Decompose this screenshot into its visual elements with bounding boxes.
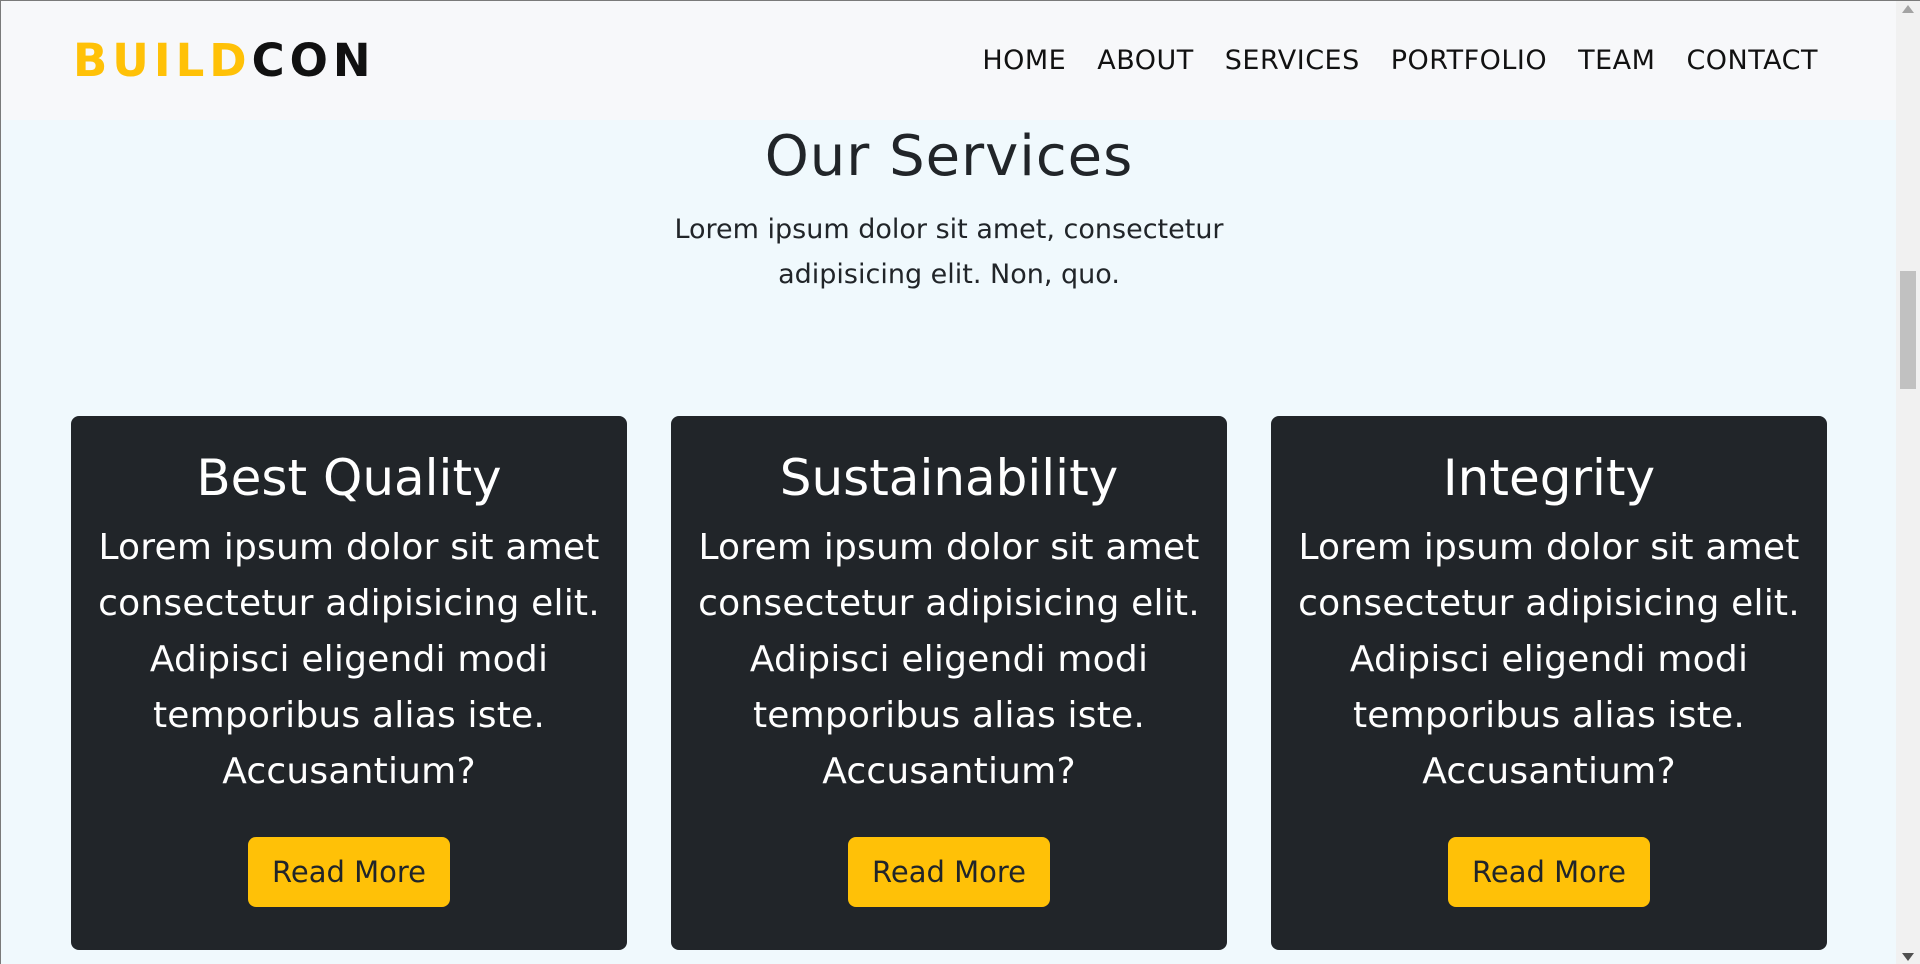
service-card-text: Lorem ipsum dolor sit amet consectetur a…: [698, 527, 1200, 792]
read-more-button[interactable]: Read More: [1448, 837, 1650, 907]
vertical-scrollbar[interactable]: [1896, 1, 1920, 964]
main-nav: HOME ABOUT SERVICES PORTFOLIO TEAM CONTA…: [982, 45, 1818, 76]
nav-link-portfolio[interactable]: PORTFOLIO: [1391, 45, 1547, 76]
service-card-integrity: Integrity Lorem ipsum dolor sit amet con…: [1271, 416, 1827, 950]
brand-logo[interactable]: BUILDCON: [73, 34, 376, 87]
nav-link-home[interactable]: HOME: [982, 45, 1066, 76]
brand-part-build: BUILD: [73, 34, 252, 87]
services-title: Our Services: [764, 124, 1134, 189]
nav-link-contact[interactable]: CONTACT: [1686, 45, 1818, 76]
service-card-text: Lorem ipsum dolor sit amet consectetur a…: [98, 527, 600, 792]
scroll-up-arrow-icon[interactable]: [1902, 5, 1914, 13]
navbar: BUILDCON HOME ABOUT SERVICES PORTFOLIO T…: [1, 1, 1897, 120]
scroll-down-arrow-icon[interactable]: [1902, 953, 1914, 961]
nav-link-about[interactable]: ABOUT: [1097, 45, 1194, 76]
page: BUILDCON HOME ABOUT SERVICES PORTFOLIO T…: [0, 0, 1920, 964]
nav-link-services[interactable]: SERVICES: [1225, 45, 1360, 76]
service-card-best-quality: Best Quality Lorem ipsum dolor sit amet …: [71, 416, 627, 950]
brand-part-con: CON: [251, 34, 376, 87]
service-card-text: Lorem ipsum dolor sit amet consectetur a…: [1298, 527, 1800, 792]
service-card-sustainability: Sustainability Lorem ipsum dolor sit ame…: [671, 416, 1227, 950]
service-card-title: Integrity: [1442, 449, 1656, 507]
services-subtitle: Lorem ipsum dolor sit amet, consectetur …: [674, 214, 1224, 290]
nav-link-team[interactable]: TEAM: [1578, 45, 1655, 76]
scroll-thumb[interactable]: [1900, 271, 1916, 389]
services-cards: Best Quality Lorem ipsum dolor sit amet …: [71, 416, 1827, 950]
read-more-button[interactable]: Read More: [848, 837, 1050, 907]
read-more-button[interactable]: Read More: [248, 837, 450, 907]
service-card-title: Sustainability: [779, 449, 1119, 507]
service-card-title: Best Quality: [196, 449, 502, 507]
